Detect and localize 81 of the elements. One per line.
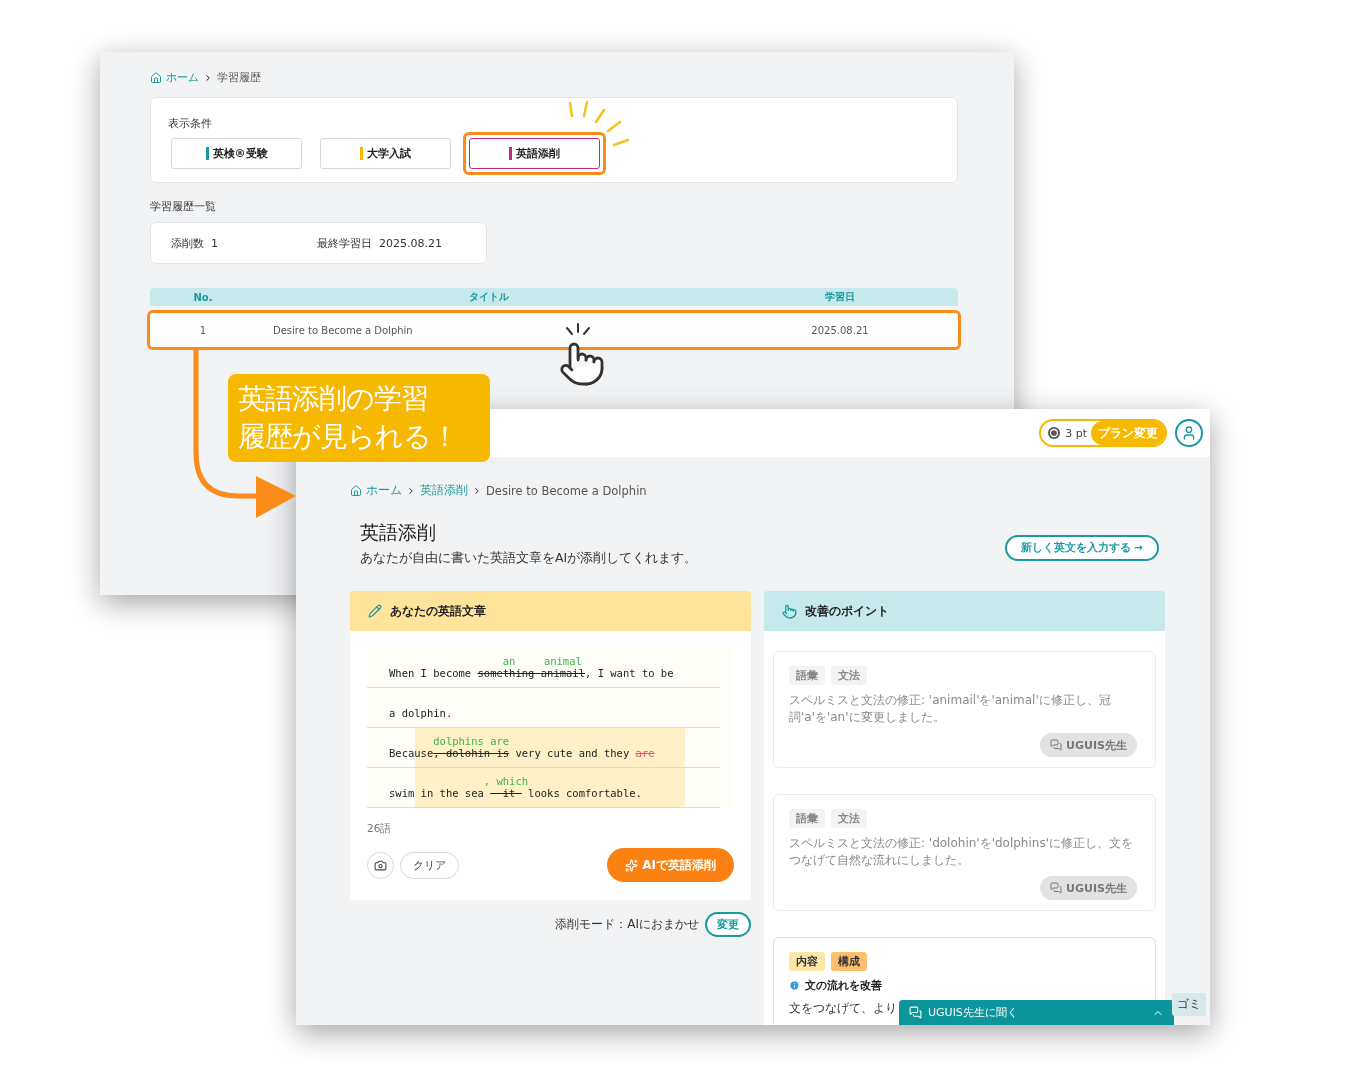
tap-lines-drawing	[564, 323, 592, 337]
tooltip: ゴミ	[1172, 993, 1206, 1016]
table-cell-text: 1	[198, 324, 208, 336]
ask-teacher-button[interactable]: UGUIS先生	[1040, 733, 1137, 757]
page-subtitle: あなたが自由に書いた英語文章をAIが添削してくれます。	[360, 550, 698, 567]
stat-text: 最終学習日 2025.08.21	[317, 235, 444, 251]
plan-change-button[interactable]: プラン変更	[1091, 421, 1165, 445]
info-icon	[789, 980, 800, 991]
word-count: 26語	[367, 822, 393, 836]
stat-text: 添削数 1	[171, 235, 219, 251]
clear-button[interactable]: クリア	[400, 851, 459, 879]
point-text: スペルミスと文法の修正: 'animail'を'animal'に修正し、冠詞'a'を'an'に変更しました。	[789, 692, 1112, 726]
home-icon	[150, 71, 162, 84]
panel-title: あなたの英語文章	[390, 602, 486, 620]
filter-tab[interactable]: 大学入試	[320, 138, 451, 169]
chat-icon	[1050, 739, 1063, 751]
chevron-icon	[472, 485, 482, 496]
struck-text: it	[501, 787, 517, 799]
chevron-icon	[406, 485, 416, 496]
struck-text: , dolohin is	[433, 747, 510, 759]
pointer-hand-icon	[558, 340, 606, 388]
table-row[interactable]: 1 Desire to Become a Dolphin 2025.08.21	[147, 310, 961, 350]
breadcrumb-link[interactable]: ホーム	[166, 70, 199, 85]
chevron-icon	[203, 72, 213, 83]
category-tag: 文法	[831, 809, 867, 828]
category-tag: 文法	[831, 666, 867, 685]
point-text: スペルミスと文法の修正: 'dolohin'を'dolphins'に修正し、文をつなげて自然な流れにしました。	[789, 835, 1134, 869]
page-title: 英語添削	[360, 520, 437, 545]
essay-text: very cute and they	[514, 747, 631, 759]
user-icon	[1181, 425, 1197, 441]
category-tag: 内容	[789, 952, 825, 971]
filter-tab[interactable]: 英語添削	[469, 138, 600, 169]
chat-icon	[909, 1006, 922, 1019]
coin-icon	[1047, 426, 1062, 440]
camera-button[interactable]	[367, 851, 394, 879]
breadcrumb-current: Desire to Become a Dolphin	[486, 483, 647, 498]
sparkle-icon	[625, 858, 639, 872]
breadcrumb-current: 学習履歴	[217, 70, 261, 85]
user-avatar[interactable]	[1175, 419, 1203, 447]
correction-text: animal	[543, 656, 582, 667]
pointing-hand-icon	[782, 603, 797, 619]
callout-text: 履歴が見られる！	[238, 419, 459, 455]
camera-icon	[374, 858, 387, 872]
category-tag: 語彙	[789, 666, 825, 685]
new-essay-button[interactable]: 新しく英文を入力する →	[1004, 535, 1159, 561]
breadcrumb-link[interactable]: ホーム	[366, 483, 402, 498]
table-cell-text: 2025.08.21	[810, 324, 870, 336]
mode-text: 添削モード：AIにおまかせ	[555, 916, 699, 933]
essay-text: Because	[389, 747, 434, 759]
essay-text: looks comfortable.	[528, 787, 642, 799]
chat-icon	[1050, 882, 1063, 894]
points-text: 3 pt	[1065, 426, 1087, 440]
callout-text: 英語添削の学習	[238, 381, 429, 417]
essay-text: When I become	[389, 667, 473, 679]
column-header: タイトル	[468, 290, 510, 304]
deleted-text: are	[635, 747, 655, 759]
change-button[interactable]: 変更	[705, 912, 751, 937]
pencil-icon	[368, 604, 382, 618]
section-title: 学習履歴一覧	[150, 199, 217, 214]
correction-text: dolphins are	[433, 736, 510, 747]
chat-bar[interactable]: UGUIS先生に聞く	[899, 1000, 1174, 1025]
essay-text: , I want to be	[585, 667, 674, 679]
ask-teacher-button[interactable]: UGUIS先生	[1040, 876, 1137, 900]
essay-text: a dolphin.	[389, 707, 453, 719]
filter-tab[interactable]: 英検®受験	[171, 138, 302, 169]
home-icon	[350, 484, 362, 497]
ai-correct-button[interactable]: AIで英語添削	[607, 848, 734, 882]
point-heading: 文の流れを改善	[805, 978, 882, 993]
struck-text: something	[477, 667, 536, 679]
table-cell-text: Desire to Become a Dolphin	[272, 324, 413, 336]
panel-title: 改善のポイント	[805, 602, 889, 620]
struck-text: animail	[540, 667, 585, 679]
column-header: No.	[192, 291, 214, 303]
category-tag: 語彙	[789, 809, 825, 828]
essay-text: swim in the sea	[389, 787, 484, 799]
category-tag: 構成	[831, 952, 867, 971]
correction-text: an	[502, 656, 516, 667]
filter-label: 表示条件	[168, 116, 213, 131]
breadcrumb-link[interactable]: 英語添削	[420, 483, 468, 498]
point-text: 文をつなげて、より	[789, 1000, 897, 1017]
column-header: 学習日	[824, 290, 856, 304]
